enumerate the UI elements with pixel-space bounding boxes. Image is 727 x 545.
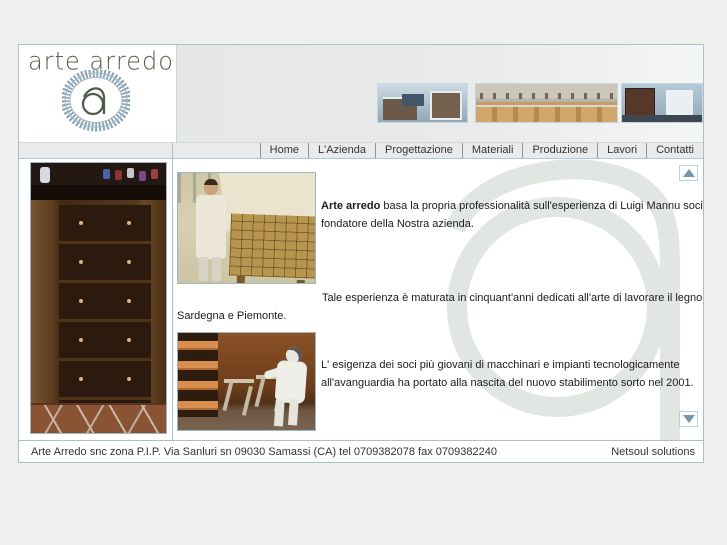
header: arte arredo (19, 45, 703, 142)
scroll-down-button[interactable] (679, 411, 698, 427)
navbar: Home L'Azienda Progettazione Materiali P… (19, 142, 703, 159)
photo-shape (476, 105, 617, 122)
nav-items: Home L'Azienda Progettazione Materiali P… (173, 143, 703, 158)
photo-shape (625, 88, 655, 116)
nav-item-materiali[interactable]: Materiali (461, 143, 523, 158)
header-photo-strip (177, 45, 703, 142)
photo-shape (196, 179, 226, 281)
photo-shape (59, 205, 151, 403)
header-photo-interior (621, 83, 703, 123)
header-photo-kitchen-corner (377, 83, 468, 123)
paragraph-1-lead: Arte arredo (321, 200, 381, 212)
arte-arredo-logo-icon (62, 70, 130, 132)
photo-shape (31, 185, 166, 200)
paragraph-1: Arte arredo basa la propria professional… (321, 197, 703, 233)
article-photo-craftsman (177, 172, 316, 284)
nav-item-produzione[interactable]: Produzione (522, 143, 597, 158)
photo-shape (666, 90, 693, 115)
header-photo-wood-kitchen (475, 83, 618, 123)
paragraph-3: L' esigenza dei soci più giovani di macc… (321, 356, 703, 392)
paragraph-2-line-2: Sardegna e Piemonte. (177, 310, 287, 322)
paragraph-1-line-1: Arte arredo basa la propria professional… (321, 197, 703, 215)
sidebar-photo-dresser (30, 162, 167, 434)
logo-link[interactable]: arte arredo (19, 45, 177, 142)
nav-item-azienda[interactable]: L'Azienda (308, 143, 375, 158)
nav-item-lavori[interactable]: Lavori (597, 143, 646, 158)
nav-item-home[interactable]: Home (259, 143, 308, 158)
scroll-up-icon (682, 169, 695, 177)
footer: Arte Arredo snc zona P.I.P. Via Sanluri … (19, 440, 703, 462)
photo-shape (31, 163, 166, 185)
photo-shape (430, 91, 462, 120)
nav-item-contatti[interactable]: Contatti (646, 143, 703, 158)
photo-shape (274, 360, 308, 404)
photo-shape (31, 403, 166, 433)
paragraph-1-line-2: fondatore della Nostra azienda. (321, 218, 474, 230)
photo-shape (622, 115, 702, 122)
footer-credit-link[interactable]: Netsoul solutions (611, 446, 695, 458)
content-area: Arte arredo basa la propria professional… (19, 159, 703, 440)
photo-shape (402, 94, 424, 106)
nav-item-progettazione[interactable]: Progettazione (374, 143, 462, 158)
paragraph-2-line-1: Tale esperienza è maturata in cinquant'a… (322, 292, 703, 304)
paragraph-3-line-2: all'avanguardia ha portato alla nascita … (321, 377, 694, 389)
photo-shape (222, 379, 256, 411)
site-container: arte arredo Home L'Azienda Progettazione… (18, 44, 704, 463)
photo-shape (480, 93, 615, 99)
paragraph-1-rest: basa la propria professionalità sull'esp… (380, 200, 703, 212)
photo-shape (178, 333, 218, 417)
nav-spacer (19, 143, 173, 158)
sidebar (19, 159, 173, 440)
scroll-down-icon (682, 415, 695, 423)
footer-address: Arte Arredo snc zona P.I.P. Via Sanluri … (31, 445, 497, 458)
photo-shape (228, 213, 315, 279)
paragraph-3-line-1: L' esigenza dei soci più giovani di macc… (321, 359, 680, 371)
article-photo-workshop (177, 332, 316, 431)
scroll-up-button[interactable] (679, 165, 698, 181)
page: arte arredo Home L'Azienda Progettazione… (0, 0, 727, 545)
